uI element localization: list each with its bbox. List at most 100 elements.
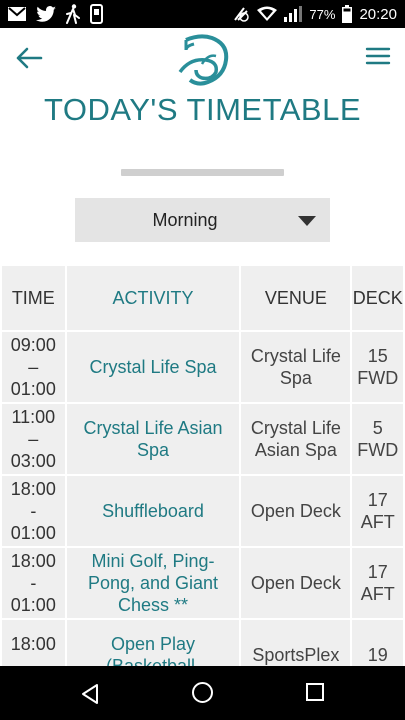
- cell-venue: Open Deck: [241, 548, 351, 618]
- venue-line: Asian Spa: [254, 440, 337, 460]
- period-dropdown[interactable]: Morning: [75, 198, 330, 242]
- cell-venue: SportsPlex: [241, 620, 351, 666]
- nfc-icon: [234, 7, 250, 22]
- twitter-icon: [36, 6, 56, 22]
- cell-time: 18:00 -: [2, 620, 65, 666]
- deck-number: 15: [367, 346, 388, 366]
- crystal-logo-icon: [178, 34, 229, 86]
- title-divider: [121, 169, 284, 176]
- time-separator: -: [30, 501, 37, 521]
- cell-venue: Open Deck: [241, 476, 351, 546]
- cell-activity[interactable]: Open Play (Basketball,: [66, 620, 240, 666]
- cell-time: 11:00–03:00: [2, 404, 65, 474]
- time-start: 18:00: [10, 479, 56, 499]
- timetable[interactable]: TIME ACTIVITY VENUE DECK 09:00–01:00 Cry…: [0, 264, 405, 666]
- app-header: [0, 28, 405, 90]
- table-row: 09:00–01:00 Crystal Life Spa Crystal Lif…: [2, 332, 403, 402]
- venue-line: Open Deck: [250, 573, 341, 593]
- cell-time: 18:00-01:00: [2, 548, 65, 618]
- column-header-deck: DECK: [352, 266, 403, 330]
- period-dropdown-value: Morning: [152, 210, 218, 230]
- activity-name[interactable]: Crystal Life Spa: [67, 356, 240, 378]
- signal-icon: [284, 6, 303, 22]
- chevron-down-icon: [298, 216, 316, 226]
- deck-number: 17: [367, 490, 388, 510]
- cell-deck: 15 FWD: [352, 332, 403, 402]
- deck-number: 17: [367, 562, 388, 582]
- activity-name[interactable]: Chess **: [67, 594, 240, 616]
- time-separator: -: [30, 656, 37, 666]
- time-start: 18:00: [10, 551, 56, 571]
- battery-percent: 77%: [309, 6, 336, 22]
- activity-name[interactable]: Mini Golf, Ping-: [67, 550, 240, 572]
- page-title: TODAY'S TIMETABLE: [43, 92, 362, 127]
- timetable-table: TIME ACTIVITY VENUE DECK 09:00–01:00 Cry…: [0, 264, 405, 666]
- cell-activity[interactable]: Mini Golf, Ping- Pong, and Giant Chess **: [66, 548, 240, 618]
- venue-line: Spa: [279, 368, 312, 388]
- time-separator: -: [30, 573, 37, 593]
- status-system: 77% 20:20: [232, 4, 397, 24]
- deck-number: 5: [372, 418, 383, 438]
- time-separator: –: [28, 357, 39, 377]
- walking-icon: [66, 4, 80, 24]
- table-row: 18:00-01:00 Shuffleboard Open Deck 17 AFT: [2, 476, 403, 546]
- back-button[interactable]: [14, 44, 44, 72]
- time-start: 11:00: [11, 407, 56, 427]
- table-row: 18:00- Open Play (Basketball, SportsPlex …: [2, 620, 403, 666]
- column-header-activity: ACTIVITY: [66, 266, 240, 330]
- hamburger-menu-icon: [365, 47, 391, 65]
- deck-position: AFT: [360, 512, 395, 532]
- activity-name[interactable]: Crystal Life Asian: [67, 417, 240, 439]
- time-separator: –: [28, 429, 39, 449]
- cell-venue: Crystal Life Asian Spa: [241, 404, 351, 474]
- activity-name[interactable]: Spa: [67, 439, 240, 461]
- time-end: 01:00: [10, 523, 56, 543]
- deck-position: AFT: [360, 584, 395, 604]
- cell-deck: 19: [352, 620, 403, 666]
- time-end: 01:00: [10, 379, 56, 399]
- status-time: 20:20: [359, 5, 397, 23]
- phone-notification-icon: [90, 4, 103, 24]
- nav-back-icon[interactable]: [80, 683, 100, 705]
- status-bar: 77% 20:20: [0, 0, 405, 28]
- system-nav-bar: [0, 666, 405, 720]
- cell-time: 09:00–01:00: [2, 332, 65, 402]
- time-start: 09:00: [10, 335, 56, 355]
- cell-activity[interactable]: Crystal Life Spa: [66, 332, 240, 402]
- wifi-icon: [257, 6, 278, 21]
- cell-deck: 5 FWD: [352, 404, 403, 474]
- cell-deck: 17 AFT: [352, 476, 403, 546]
- arrow-left-icon: [16, 47, 43, 69]
- cell-activity[interactable]: Crystal Life Asian Spa: [66, 404, 240, 474]
- venue-line: Open Deck: [250, 501, 341, 521]
- cell-time: 18:00-01:00: [2, 476, 65, 546]
- table-header-row: TIME ACTIVITY VENUE DECK: [2, 266, 403, 330]
- column-header-venue: VENUE: [241, 266, 351, 330]
- mail-icon: [8, 7, 26, 21]
- status-notifications: [8, 4, 103, 24]
- activity-name[interactable]: Shuffleboard: [67, 500, 240, 522]
- cell-activity[interactable]: Shuffleboard: [66, 476, 240, 546]
- crystal-logo[interactable]: [172, 34, 234, 86]
- venue-line: Crystal Life: [250, 346, 341, 366]
- deck-position: FWD: [357, 440, 399, 460]
- time-end: 03:00: [10, 451, 56, 471]
- cell-deck: 17 AFT: [352, 548, 403, 618]
- venue-line: SportsPlex: [252, 645, 340, 665]
- column-header-time: TIME: [2, 266, 65, 330]
- nav-home-icon[interactable]: [192, 682, 213, 703]
- time-start: 18:00: [10, 634, 56, 654]
- deck-number: 19: [367, 645, 388, 665]
- activity-name[interactable]: Pong, and Giant: [67, 572, 240, 594]
- nav-recents-icon[interactable]: [306, 683, 324, 701]
- table-row: 11:00–03:00 Crystal Life Asian Spa Crysta…: [2, 404, 403, 474]
- deck-position: FWD: [357, 368, 399, 388]
- activity-name[interactable]: (Basketball,: [67, 655, 240, 666]
- cell-venue: Crystal Life Spa: [241, 332, 351, 402]
- table-row: 18:00-01:00 Mini Golf, Ping- Pong, and Gi…: [2, 548, 403, 618]
- venue-line: Crystal Life: [250, 418, 341, 438]
- battery-icon: [342, 5, 353, 23]
- activity-name[interactable]: Open Play: [67, 633, 240, 655]
- menu-button[interactable]: [365, 44, 391, 68]
- time-end: 01:00: [10, 595, 56, 615]
